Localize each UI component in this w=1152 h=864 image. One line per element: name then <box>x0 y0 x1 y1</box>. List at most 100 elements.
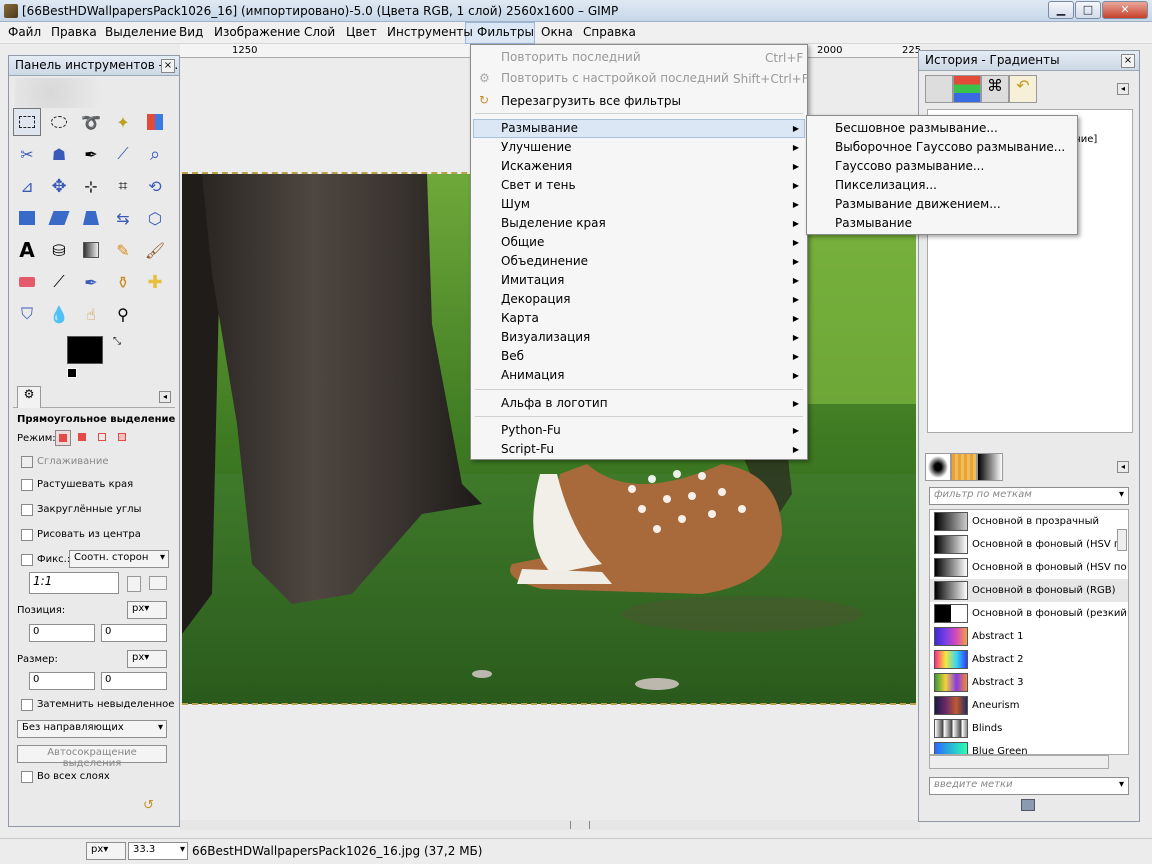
blur-submenu-item[interactable]: Размывание движением... <box>835 197 1001 211</box>
filter-group-item[interactable]: Объединение <box>501 254 588 268</box>
gradients-list[interactable]: Основной в прозрачный Основной в фоновый … <box>929 509 1129 755</box>
filter-repeat-last-item[interactable]: Повторить последний <box>501 50 641 64</box>
scale-tool-icon[interactable] <box>13 204 41 232</box>
blur-submenu-item[interactable]: Гауссово размывание... <box>835 159 984 173</box>
rect-select-tool-icon[interactable] <box>13 108 41 136</box>
blur-submenu-item[interactable]: Бесшовное размывание... <box>835 121 998 135</box>
bucket-fill-tool-icon[interactable]: ⛁ <box>45 236 73 264</box>
perspective-tool-icon[interactable] <box>77 204 105 232</box>
filter-group-item[interactable]: Шум <box>501 197 530 211</box>
gradient-editor-icon[interactable] <box>1021 799 1035 811</box>
blur-sharpen-tool-icon[interactable]: 💧 <box>45 300 73 328</box>
gradient-row[interactable]: Abstract 1 <box>930 625 1128 648</box>
airbrush-tool-icon[interactable]: ⟋ <box>45 268 73 296</box>
paths-tool-icon[interactable]: ✒ <box>77 140 105 168</box>
filter-group-item[interactable]: Выделение края <box>501 216 606 230</box>
gradient-row[interactable]: Abstract 3 <box>930 671 1128 694</box>
rotate-tool-icon[interactable]: ⟲ <box>141 172 169 200</box>
cage-transform-tool-icon[interactable]: ⬡ <box>141 204 169 232</box>
menu-layer[interactable]: Слой <box>304 25 335 39</box>
dock-close-icon[interactable]: × <box>1121 54 1135 68</box>
undo-history-tab-icon[interactable]: ↶ <box>1009 75 1037 103</box>
filter-group-item[interactable]: Искажения <box>501 159 572 173</box>
patterns-tab-icon[interactable] <box>951 453 977 481</box>
mode-subtract-icon[interactable] <box>95 430 111 446</box>
menu-select[interactable]: Выделение <box>105 25 176 39</box>
filter-group-item[interactable]: Визуализация <box>501 330 590 344</box>
free-select-tool-icon[interactable]: ➰ <box>77 108 105 136</box>
clone-tool-icon[interactable]: ⚱ <box>109 268 137 296</box>
gradient-row[interactable]: Основной в фоновый (резкий <box>930 602 1128 625</box>
tool-options-tab-icon[interactable]: ⚙ <box>17 386 41 408</box>
tag-entry-dropdown[interactable]: введите метки ▾ <box>929 777 1129 795</box>
rounded-corners-checkbox[interactable] <box>21 504 33 516</box>
fixed-checkbox[interactable] <box>21 554 33 566</box>
guides-dropdown[interactable]: Без направляющих ▾ <box>17 720 167 738</box>
portrait-icon[interactable] <box>127 576 141 592</box>
from-center-checkbox[interactable] <box>21 529 33 541</box>
filter-group-item[interactable]: Размывание <box>501 121 578 135</box>
filter-reset-all-item[interactable]: Перезагрузить все фильтры <box>501 94 681 108</box>
menu-help[interactable]: Справка <box>583 25 636 39</box>
ink-tool-icon[interactable]: ✒ <box>77 268 105 296</box>
filter-reshow-last-item[interactable]: Повторить с настройкой последний <box>501 71 729 85</box>
zoom-dropdown[interactable]: 33.3 ▾ <box>128 842 188 860</box>
autoshrink-button[interactable]: Автосокращение выделения <box>17 745 167 769</box>
heal-tool-icon[interactable]: ✚ <box>141 268 169 296</box>
menu-windows[interactable]: Окна <box>541 25 573 39</box>
filter-script-fu-item[interactable]: Script-Fu <box>501 442 554 456</box>
crop-tool-icon[interactable]: ⌗ <box>109 172 137 200</box>
flip-tool-icon[interactable]: ⇆ <box>109 204 137 232</box>
dock-tab-menu-arrow-icon[interactable]: ◂ <box>1117 83 1129 95</box>
channels-tab-icon[interactable] <box>953 75 981 103</box>
filter-group-item[interactable]: Улучшение <box>501 140 572 154</box>
filter-group-item[interactable]: Веб <box>501 349 524 363</box>
foreground-select-tool-icon[interactable]: ☗ <box>45 140 73 168</box>
horizontal-scrollbar[interactable] <box>180 820 920 830</box>
close-button[interactable]: ✕ <box>1102 1 1148 19</box>
pencil-tool-icon[interactable]: ✎ <box>109 236 137 264</box>
paths-tab-icon[interactable]: ⌘ <box>981 75 1009 103</box>
landscape-icon[interactable] <box>149 576 167 590</box>
size-height-input[interactable]: 0 <box>101 672 167 690</box>
gradient-row[interactable]: Основной в фоновый (HSV п <box>930 533 1128 556</box>
brushes-tab-icon[interactable] <box>925 453 951 481</box>
toolbox-close-icon[interactable]: × <box>161 59 175 73</box>
menu-view[interactable]: Вид <box>179 25 203 39</box>
status-unit-dropdown[interactable]: px▾ <box>86 842 126 860</box>
antialias-checkbox[interactable] <box>21 456 33 468</box>
filter-python-fu-item[interactable]: Python-Fu <box>501 423 561 437</box>
feather-checkbox[interactable] <box>21 479 33 491</box>
foreground-color-swatch[interactable] <box>67 336 103 364</box>
filter-group-item[interactable]: Общие <box>501 235 544 249</box>
filter-group-item[interactable]: Имитация <box>501 273 564 287</box>
gradient-row[interactable]: Blinds <box>930 717 1128 740</box>
text-tool-icon[interactable]: A <box>13 236 41 264</box>
gradient-row[interactable]: Основной в прозрачный <box>930 510 1128 533</box>
position-y-input[interactable]: 0 <box>101 624 167 642</box>
dodge-burn-tool-icon[interactable]: ⚲ <box>109 300 137 328</box>
ratio-input[interactable]: 1:1 <box>29 572 119 594</box>
all-layers-checkbox[interactable] <box>21 771 33 783</box>
gradient-row[interactable]: Основной в фоновый (HSV по <box>930 556 1128 579</box>
filter-group-item[interactable]: Свет и тень <box>501 178 576 192</box>
smudge-tool-icon[interactable]: ☝ <box>77 300 105 328</box>
menu-color[interactable]: Цвет <box>346 25 377 39</box>
mode-intersect-icon[interactable] <box>115 430 131 446</box>
move-tool-icon[interactable]: ✥ <box>45 172 73 200</box>
measure-tool-icon[interactable]: ⊿ <box>13 172 41 200</box>
minimize-button[interactable]: ▁ <box>1048 1 1074 19</box>
highlight-checkbox[interactable] <box>21 699 33 711</box>
tab-menu-arrow-icon[interactable]: ◂ <box>159 391 171 403</box>
blur-submenu-item[interactable]: Размывание <box>835 216 912 230</box>
reset-options-icon[interactable]: ↺ <box>143 798 154 813</box>
shear-tool-icon[interactable] <box>45 204 73 232</box>
color-picker-tool-icon[interactable]: ⟋ <box>109 140 137 168</box>
filter-alpha-to-logo-item[interactable]: Альфа в логотип <box>501 396 608 410</box>
fuzzy-select-tool-icon[interactable]: ✦ <box>109 108 137 136</box>
blend-tool-icon[interactable] <box>77 236 105 264</box>
menu-file[interactable]: Файл <box>8 25 41 39</box>
position-unit-dropdown[interactable]: px▾ <box>127 601 167 619</box>
mode-add-icon[interactable] <box>75 430 91 446</box>
perspective-clone-tool-icon[interactable]: ⛉ <box>13 300 41 328</box>
